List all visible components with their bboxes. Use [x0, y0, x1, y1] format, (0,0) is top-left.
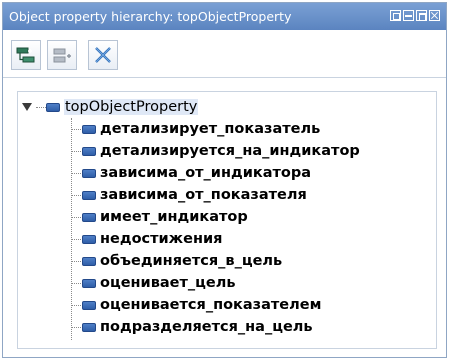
- object-property-icon: [82, 124, 96, 134]
- delete-property-icon: [95, 47, 111, 63]
- tree-node[interactable]: имеет_индикатор: [82, 206, 248, 228]
- object-property-icon: [82, 322, 96, 332]
- add-subproperty-icon: [16, 47, 35, 63]
- add-subproperty-button[interactable]: [11, 40, 41, 70]
- close-window-icon[interactable]: [429, 10, 440, 21]
- tree-node-label: недостижения: [100, 231, 223, 247]
- hierarchy-tree-area: topObjectProperty детализирует_показател…: [3, 79, 446, 357]
- object-property-icon: [82, 300, 96, 310]
- panel-titlebar: Object property hierarchy: topObjectProp…: [3, 3, 446, 30]
- collapse-arrow-icon[interactable]: [22, 103, 32, 111]
- tree-node[interactable]: детализируется_на_индикатор: [82, 140, 360, 162]
- hierarchy-toolbar: [3, 30, 446, 78]
- add-sibling-property-button[interactable]: [47, 40, 77, 70]
- delete-property-button[interactable]: [88, 40, 118, 70]
- tree-node[interactable]: оценивается_показателем: [82, 294, 321, 316]
- tree-node-label: детализируется_на_индикатор: [100, 143, 360, 159]
- tree-node-root[interactable]: topObjectProperty: [22, 96, 199, 118]
- object-property-icon: [82, 168, 96, 178]
- add-sibling-property-icon: [53, 48, 71, 63]
- tree-node[interactable]: детализирует_показатель: [82, 118, 320, 140]
- tree-node[interactable]: подразделяется_на_цель: [82, 316, 313, 338]
- tree-node-label: оценивает_цель: [100, 275, 236, 291]
- tree-node-label: объединяется_в_цель: [100, 253, 283, 269]
- tree-node[interactable]: зависима_от_показателя: [82, 184, 307, 206]
- object-property-hierarchy-panel: Object property hierarchy: topObjectProp…: [2, 2, 447, 358]
- property-tree: topObjectProperty детализирует_показател…: [17, 91, 437, 349]
- tree-node-label: зависима_от_индикатора: [100, 165, 312, 181]
- tree-node-label: детализирует_показатель: [100, 121, 321, 137]
- tree-node[interactable]: объединяется_в_цель: [82, 250, 282, 272]
- panel-title: Object property hierarchy: topObjectProp…: [9, 9, 292, 24]
- object-property-icon: [82, 234, 96, 244]
- tree-node-label: оценивается_показателем: [100, 297, 322, 313]
- tree-node-label: topObjectProperty: [64, 99, 199, 115]
- object-property-icon: [82, 256, 96, 266]
- tree-node-label: имеет_индикатор: [100, 209, 248, 225]
- float-window-icon[interactable]: [390, 10, 401, 21]
- tree-node[interactable]: недостижения: [82, 228, 222, 250]
- tree-node[interactable]: зависима_от_индикатора: [82, 162, 311, 184]
- maximize-window-icon[interactable]: [416, 10, 427, 21]
- object-property-icon: [82, 190, 96, 200]
- tree-node[interactable]: оценивает_цель: [82, 272, 236, 294]
- tree-node-label: подразделяется_на_цель: [100, 319, 313, 335]
- object-property-icon: [82, 146, 96, 156]
- object-property-icon: [82, 278, 96, 288]
- object-property-icon: [46, 102, 60, 112]
- minimize-window-icon[interactable]: [403, 10, 414, 21]
- window-controls: [390, 10, 440, 23]
- object-property-icon: [82, 212, 96, 222]
- tree-node-label: зависима_от_показателя: [100, 187, 307, 203]
